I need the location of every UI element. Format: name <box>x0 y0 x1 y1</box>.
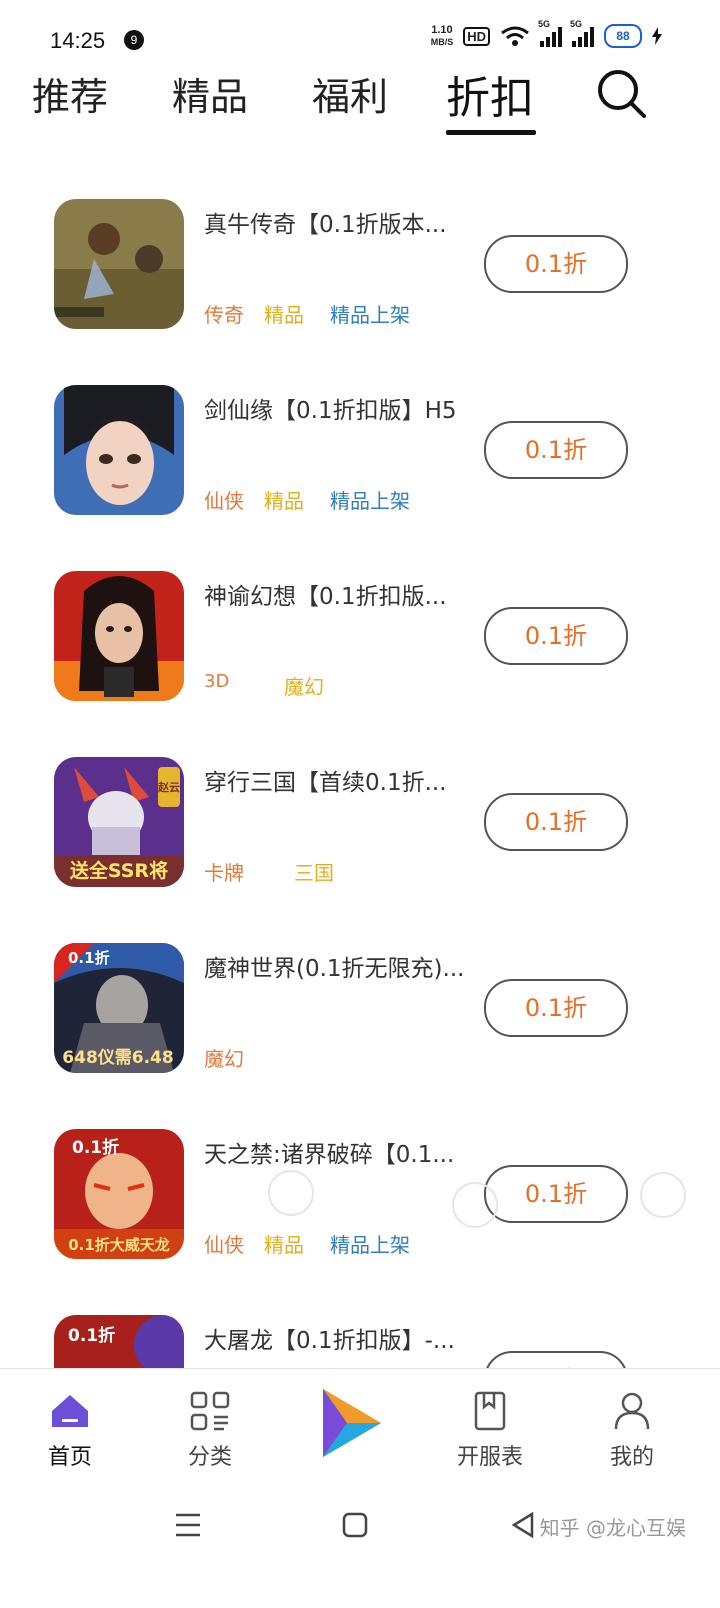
back-icon[interactable] <box>510 1512 536 1538</box>
game-icon-shenyu[interactable] <box>54 571 184 701</box>
tag-genre: 魔幻 <box>284 675 324 699</box>
game-title: 真牛传奇【0.1折版本... <box>204 212 447 238</box>
tag-quality: 精品 <box>264 303 304 327</box>
system-nav-bar: 知乎 @龙心互娱 <box>0 1490 720 1608</box>
list-item[interactable]: 0.1折 大屠龙【0.1折扣版】-... 0.1折 <box>0 1311 720 1368</box>
active-tab-indicator <box>446 130 536 135</box>
nav-server-list[interactable]: 开服表 <box>440 1389 540 1471</box>
game-icon-tianzhijin[interactable]: 0.1折 0.1折大威天龙 <box>54 1129 184 1259</box>
tag-type: 仙侠 <box>204 489 244 513</box>
play-logo-icon <box>323 1389 381 1457</box>
hd-icon: HD <box>463 26 490 46</box>
nav-server-label: 开服表 <box>456 1445 523 1470</box>
wifi-icon <box>501 26 529 46</box>
network-speed-value: 1.10 <box>431 24 453 36</box>
signal-1-label: 5G <box>538 19 551 29</box>
tag-type: 卡牌 <box>204 861 244 885</box>
book-icon <box>474 1391 506 1431</box>
tab-welfare[interactable]: 福利 <box>312 66 388 121</box>
nav-profile[interactable]: 我的 <box>582 1389 682 1471</box>
nav-center-logo[interactable] <box>302 1383 402 1463</box>
tag-type: 3D <box>204 671 230 692</box>
tag-type: 仙侠 <box>204 1233 244 1257</box>
list-item[interactable]: 送全SSR将 赵云 穿行三国【首续0.1折... 卡牌 三国 0.1折 <box>0 753 720 893</box>
game-icon-jianxianyuan[interactable] <box>54 385 184 515</box>
loading-circle <box>452 1182 498 1228</box>
status-time: 14:25 <box>50 28 106 53</box>
icon-banner-text: 送全SSR将 <box>70 859 168 882</box>
tag-quality: 精品 <box>264 1233 304 1257</box>
discount-button[interactable]: 0.1折 <box>484 235 628 293</box>
list-item[interactable]: 0.1折 0.1折大威天龙 天之禁:诸界破碎【0.1... 仙侠 精品 精品上架… <box>0 1125 720 1265</box>
game-icon-datulong[interactable]: 0.1折 <box>54 1315 184 1368</box>
notification-badge: 9 <box>124 30 144 50</box>
list-item[interactable]: 真牛传奇【0.1折版本... 传奇 精品 精品上架 0.1折 <box>0 195 720 335</box>
menu-icon[interactable] <box>174 1512 202 1538</box>
icon-badge-text: 赵云 <box>157 780 180 794</box>
game-title: 大屠龙【0.1折扣版】-... <box>204 1328 455 1354</box>
tab-premium[interactable]: 精品 <box>172 66 248 121</box>
tag-genre: 三国 <box>294 861 334 885</box>
nav-profile-label: 我的 <box>609 1445 654 1470</box>
bottom-nav: 首页 分类 开服表 我的 <box>0 1368 720 1489</box>
signal-icon-2: 5G <box>570 19 594 47</box>
network-speed-unit: MB/S <box>430 37 454 47</box>
battery-icon: 88 <box>604 24 642 48</box>
list-item[interactable]: 神谕幻想【0.1折扣版... 3D 魔幻 0.1折 <box>0 567 720 707</box>
network-speed: 1.10 MB/S <box>431 24 454 48</box>
signal-2-label: 5G <box>570 19 583 29</box>
tab-recommend[interactable]: 推荐 <box>32 66 108 121</box>
game-title: 穿行三国【首续0.1折... <box>204 770 447 796</box>
tag-new: 精品上架 <box>330 303 410 327</box>
tag-type: 魔幻 <box>204 1047 244 1071</box>
discount-button[interactable]: 0.1折 <box>484 793 628 851</box>
game-title: 剑仙缘【0.1折扣版】H5 <box>204 398 457 424</box>
tag-new: 精品上架 <box>330 1233 410 1257</box>
tab-discount[interactable]: 折扣 <box>446 62 534 126</box>
game-icon-zhenniu[interactable] <box>54 199 184 329</box>
loading-circle <box>640 1172 686 1218</box>
home-square-icon[interactable] <box>342 1512 368 1538</box>
search-icon[interactable] <box>594 66 648 120</box>
icon-bottom-text: 0.1折大威天龙 <box>68 1236 170 1254</box>
discount-button[interactable]: 0.1折 <box>484 1351 628 1368</box>
status-icons: 1.10 MB/S HD 5G 5G 88 <box>431 19 662 48</box>
discount-button[interactable]: 0.1折 <box>484 979 628 1037</box>
user-icon <box>614 1392 650 1430</box>
list-item[interactable]: 0.1折 648仪需6.48 魔神世界(0.1折无限充)... 魔幻 0.1折 <box>0 939 720 1079</box>
tag-new: 精品上架 <box>330 489 410 513</box>
icon-badge-text: 0.1折 <box>68 949 110 967</box>
discount-button[interactable]: 0.1折 <box>484 421 628 479</box>
game-title: 神谕幻想【0.1折扣版... <box>204 584 447 610</box>
discount-button[interactable]: 0.1折 <box>484 607 628 665</box>
grid-icon <box>190 1391 230 1431</box>
game-icon-chuanxing[interactable]: 送全SSR将 赵云 <box>54 757 184 887</box>
loading-circle <box>268 1170 314 1216</box>
nav-category-label: 分类 <box>187 1445 232 1470</box>
nav-category[interactable]: 分类 <box>160 1389 260 1471</box>
watermark: 知乎 @龙心互娱 <box>539 1516 686 1540</box>
game-title: 魔神世界(0.1折无限充)... <box>204 956 465 982</box>
home-icon <box>52 1395 88 1427</box>
game-title: 天之禁:诸界破碎【0.1... <box>204 1142 455 1168</box>
icon-badge-text: 0.1折 <box>72 1137 119 1158</box>
charging-icon <box>652 27 662 45</box>
signal-icon-1: 5G <box>538 19 562 47</box>
game-icon-moshen[interactable]: 0.1折 648仪需6.48 <box>54 943 184 1073</box>
icon-badge-text: 0.1折 <box>68 1325 115 1346</box>
icon-bottom-text: 648仪需6.48 <box>62 1048 173 1068</box>
top-tabs: 推荐 精品 福利 折扣 <box>0 60 720 140</box>
nav-home[interactable]: 首页 <box>20 1389 120 1471</box>
tag-type: 传奇 <box>204 303 244 327</box>
nav-home-label: 首页 <box>47 1445 92 1470</box>
list-item[interactable]: 剑仙缘【0.1折扣版】H5 仙侠 精品 精品上架 0.1折 <box>0 381 720 521</box>
tag-quality: 精品 <box>264 489 304 513</box>
discount-button[interactable]: 0.1折 <box>484 1165 628 1223</box>
